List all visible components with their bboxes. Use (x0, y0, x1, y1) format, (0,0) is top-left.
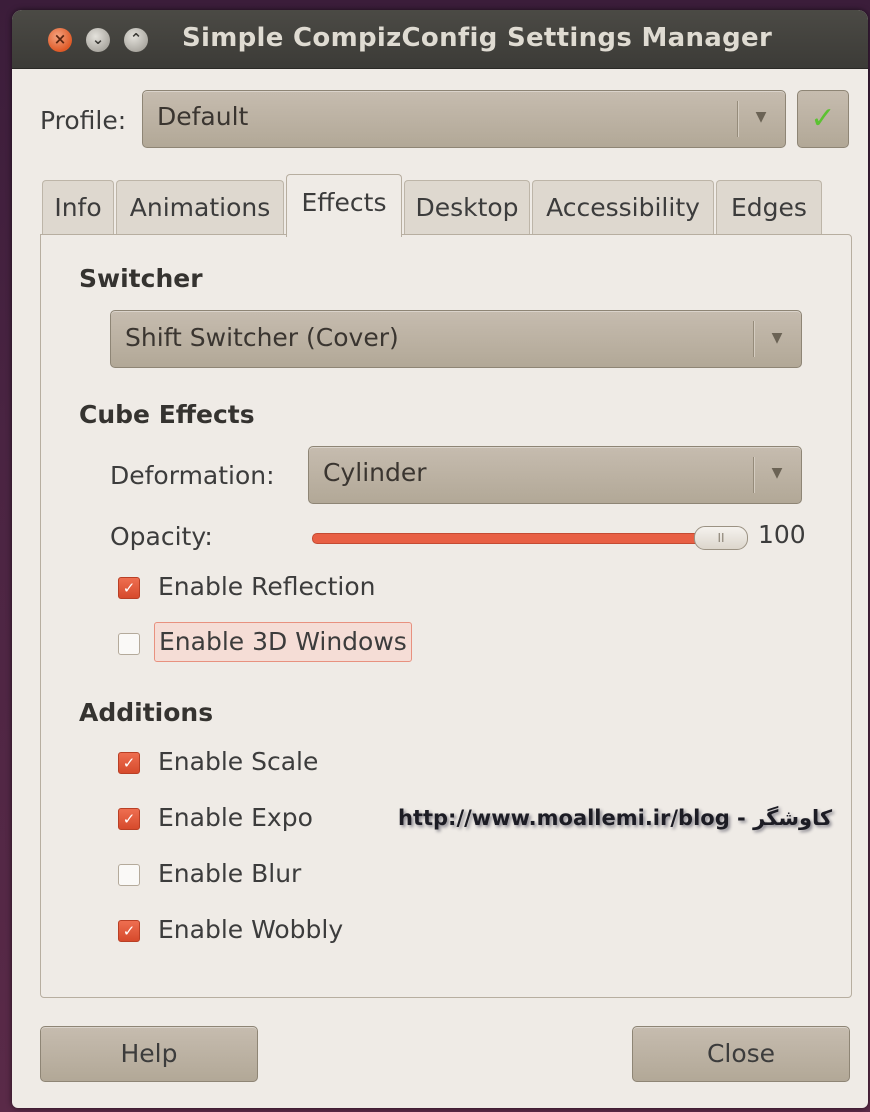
switcher-value: Shift Switcher (Cover) (125, 323, 399, 352)
cube-effects-heading: Cube Effects (79, 400, 255, 429)
opacity-slider-track[interactable] (312, 533, 742, 544)
apply-profile-button[interactable]: ✓ (797, 90, 849, 148)
opacity-slider-handle[interactable]: II (694, 526, 748, 550)
title-bar: × ⌄ ⌃ Simple CompizConfig Settings Manag… (12, 10, 868, 69)
chevron-down-icon: ▼ (755, 109, 767, 125)
chevron-down-icon: ▼ (771, 465, 783, 481)
combo-separator (737, 101, 739, 137)
tab-info[interactable]: Info (42, 180, 114, 235)
profile-label: Profile: (40, 106, 127, 135)
window-minimize-button[interactable]: ⌄ (86, 28, 110, 52)
settings-window: × ⌄ ⌃ Simple CompizConfig Settings Manag… (12, 10, 868, 1108)
check-icon: ✓ (810, 101, 836, 136)
enable-scale-checkbox[interactable]: ✓ (118, 752, 140, 774)
profile-value: Default (157, 102, 249, 131)
switcher-combo[interactable]: Shift Switcher (Cover) ▼ (110, 310, 802, 368)
profile-combo[interactable]: Default ▼ (142, 90, 786, 148)
combo-separator (753, 321, 755, 357)
enable-scale-label[interactable]: Enable Scale (154, 743, 322, 781)
chevron-down-icon: ▼ (771, 330, 783, 346)
watermark-text: http://www.moallemi.ir/blog - کاوشگر (398, 806, 833, 830)
additions-heading: Additions (79, 698, 214, 727)
opacity-label: Opacity: (110, 522, 213, 551)
tab-animations[interactable]: Animations (116, 180, 284, 235)
enable-reflection-checkbox[interactable]: ✓ (118, 577, 140, 599)
deformation-label: Deformation: (110, 461, 275, 490)
enable-wobbly-label[interactable]: Enable Wobbly (154, 911, 347, 949)
close-button[interactable]: Close (632, 1026, 850, 1082)
enable-expo-checkbox[interactable]: ✓ (118, 808, 140, 830)
enable-expo-label[interactable]: Enable Expo (154, 799, 317, 837)
enable-wobbly-checkbox[interactable]: ✓ (118, 920, 140, 942)
switcher-heading: Switcher (79, 264, 203, 293)
enable-blur-checkbox[interactable] (118, 864, 140, 886)
combo-separator (753, 457, 755, 493)
enable-blur-label[interactable]: Enable Blur (154, 855, 305, 893)
tab-edges[interactable]: Edges (716, 180, 822, 235)
tab-accessibility[interactable]: Accessibility (532, 180, 714, 235)
window-close-button[interactable]: × (48, 28, 72, 52)
window-maximize-button[interactable]: ⌃ (124, 28, 148, 52)
opacity-value: 100 (758, 520, 806, 549)
deformation-combo[interactable]: Cylinder ▼ (308, 446, 802, 504)
tab-desktop[interactable]: Desktop (404, 180, 530, 235)
enable-3d-windows-label[interactable]: Enable 3D Windows (154, 622, 412, 662)
tab-effects[interactable]: Effects (286, 174, 402, 237)
enable-3d-windows-checkbox[interactable] (118, 633, 140, 655)
enable-reflection-label[interactable]: Enable Reflection (154, 568, 380, 606)
help-button[interactable]: Help (40, 1026, 258, 1082)
window-title: Simple CompizConfig Settings Manager (182, 23, 773, 53)
deformation-value: Cylinder (323, 458, 427, 487)
